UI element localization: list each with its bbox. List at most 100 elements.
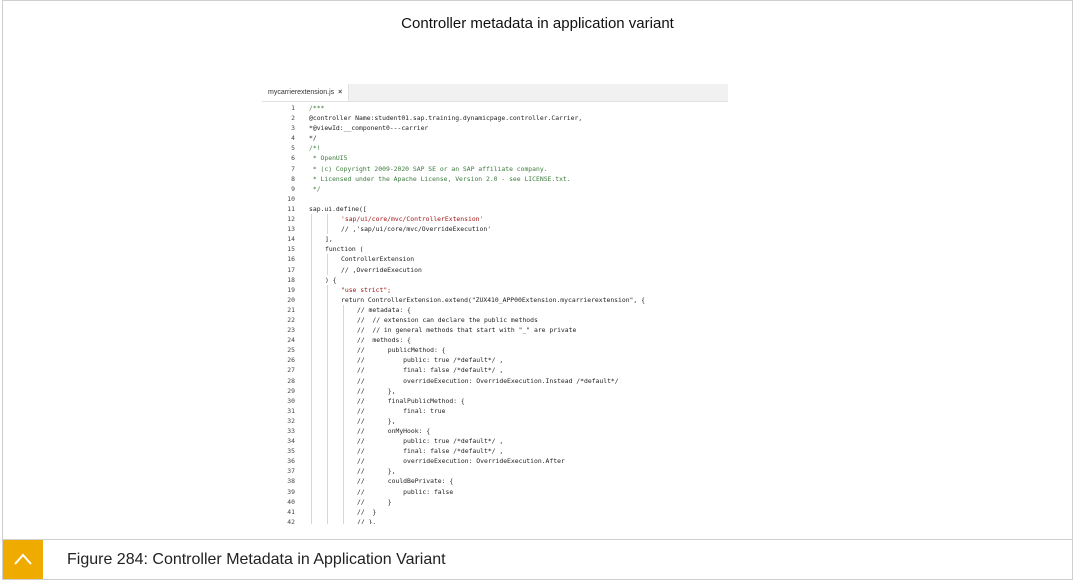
indent-guide (311, 284, 312, 295)
indent-guide (327, 405, 328, 416)
code-line: 18 ) { (262, 274, 728, 285)
line-number: 15 (287, 245, 295, 254)
indent-guide (327, 496, 328, 507)
indent-guide (311, 466, 312, 477)
line-number: 39 (287, 487, 295, 496)
editor-tab[interactable]: mycarrierextension.js × (262, 84, 350, 101)
code-text: */ (309, 134, 317, 143)
code-line: 30 // finalPublicMethod: { (262, 395, 728, 406)
indent-guide (311, 395, 312, 406)
line-number: 38 (287, 477, 295, 486)
line-number: 26 (287, 356, 295, 365)
indent-guide (343, 345, 344, 356)
line-number: 40 (287, 497, 295, 506)
code-line: 37 // }, (262, 466, 728, 477)
code-line: 32 // }, (262, 415, 728, 426)
line-number: 16 (287, 255, 295, 264)
code-line: 41 // } (262, 506, 728, 517)
figure-caption: Figure 284: Controller Metadata in Appli… (67, 551, 446, 568)
line-number: 35 (287, 447, 295, 456)
code-line: 4 */ (262, 133, 728, 143)
indent-guide (327, 385, 328, 396)
indent-guide (327, 214, 328, 225)
line-number: 25 (287, 346, 295, 355)
code-text: // // in general methods that start with… (357, 326, 577, 335)
indent-guide (311, 436, 312, 447)
code-line: 10 (262, 194, 728, 204)
indent-guide (343, 355, 344, 366)
indent-guide (343, 506, 344, 517)
line-number: 28 (287, 376, 295, 385)
indent-guide (311, 214, 312, 225)
indent-guide (343, 426, 344, 437)
indent-guide (311, 254, 312, 265)
indent-guide (311, 385, 312, 396)
code-text: // }, (357, 517, 377, 524)
indent-guide (343, 446, 344, 457)
indent-guide (343, 304, 344, 315)
code-line: 29 // }, (262, 385, 728, 396)
indent-guide (311, 496, 312, 507)
indent-guide (343, 314, 344, 326)
code-text: // onMyHook: { (357, 427, 431, 435)
indent-guide (343, 415, 344, 426)
chevron-up-icon[interactable] (3, 540, 43, 579)
code-line: 14], (262, 234, 728, 245)
code-text: @controller Name:student01.sap.training.… (309, 114, 583, 123)
code-text: // metadata: { (357, 305, 411, 314)
code-line: 36 // overrideExecution: OverrideExecutio… (262, 456, 728, 467)
line-number: 42 (287, 517, 295, 524)
code-text: * (c) Copyright 2009-2020 SAP SE or an S… (309, 164, 548, 173)
line-number: 3 (291, 124, 295, 133)
code-text: ) { (325, 275, 337, 284)
indent-guide (327, 436, 328, 447)
line-number: 12 (287, 215, 295, 224)
code-line: 39 // public: false (262, 486, 728, 497)
indent-guide (311, 375, 312, 386)
indent-guide (311, 426, 312, 437)
code-text: /*** (309, 104, 325, 112)
code-text: return ControllerExtension.extend("ZUX41… (341, 295, 645, 304)
indent-guide (327, 224, 328, 235)
indent-guide (311, 224, 312, 235)
indent-guide (311, 405, 312, 416)
indent-guide (311, 304, 312, 315)
code-text: // overrideExecution: OverrideExecution.… (357, 457, 565, 466)
editor-tab-label: mycarrierextension.js (268, 89, 335, 96)
editor-tab-bar: mycarrierextension.js × (262, 84, 728, 102)
indent-guide (327, 314, 328, 326)
indent-guide (343, 476, 344, 487)
figure-caption-bar: Figure 284: Controller Metadata in Appli… (3, 539, 1072, 579)
code-line: 28 // overrideExecution: OverrideExecutio… (262, 375, 728, 386)
code-area[interactable]: 1 /*** 2 @controller Name:student01.sap.tra… (262, 103, 728, 524)
line-number: 17 (287, 265, 295, 274)
code-line: 27 // final: false /*default*/ , (262, 365, 728, 376)
code-line: 6 * OpenUI5 (262, 153, 728, 163)
indent-guide (327, 365, 328, 376)
close-icon[interactable]: × (338, 89, 342, 96)
code-text: // finalPublicMethod: { (357, 396, 465, 405)
line-number: 9 (291, 184, 295, 193)
code-text: // final: true (357, 406, 446, 415)
line-number: 37 (287, 467, 295, 476)
indent-guide (343, 365, 344, 376)
indent-guide (327, 476, 328, 487)
line-number: 4 (291, 134, 295, 143)
code-line: 40 // } (262, 496, 728, 507)
line-number: 34 (287, 437, 295, 446)
indent-guide (327, 335, 328, 346)
indent-guide (343, 405, 344, 416)
line-number: 22 (287, 315, 295, 324)
code-text: // public: true /*default*/ , (357, 437, 504, 446)
code-line: 19 "use strict"; (262, 284, 728, 295)
code-text: // }, (357, 467, 396, 476)
indent-guide (311, 516, 312, 524)
indent-guide (311, 456, 312, 467)
code-line: 31 // final: true (262, 405, 728, 416)
code-line: 12 'sap/ui/core/mvc/ControllerExtension' (262, 214, 728, 225)
code-line: 8 * Licensed under the Apache License, V… (262, 174, 728, 184)
code-text: // }, (357, 386, 396, 395)
line-number: 31 (287, 406, 295, 415)
indent-guide (343, 516, 344, 524)
line-number: 18 (287, 275, 295, 284)
